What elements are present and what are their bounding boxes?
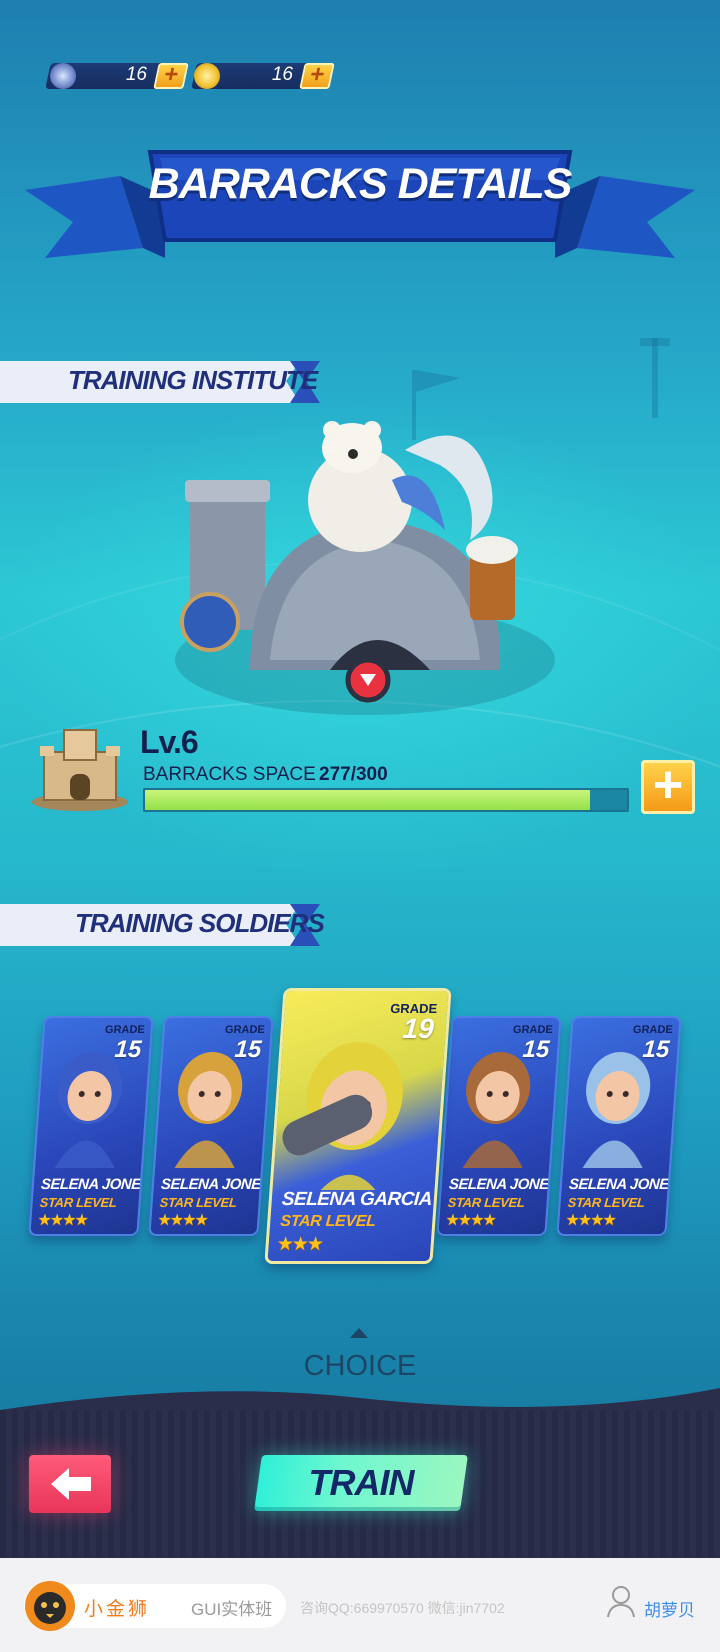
card-grade-value: 15 <box>641 1036 671 1063</box>
footer-bar: 小金狮 GUI实体班 咨询QQ:669970570 微信:jin7702 胡萝贝 <box>0 1558 720 1652</box>
barracks-space-value: 277/300 <box>319 764 388 785</box>
card-soldier-name: SELENA JONES <box>160 1176 271 1193</box>
soldier-card[interactable]: GRADE 15 SELENA JONES STAR LEVEL ★★★★ <box>556 1016 682 1236</box>
card-grade-value: 15 <box>521 1036 551 1063</box>
castle-level-icon <box>32 729 128 811</box>
barracks-level: Lv.6 <box>140 724 199 760</box>
add-gems-button[interactable]: + <box>153 61 189 89</box>
soldier-card[interactable]: GRADE 15 SELENA JONES STAR LEVEL ★★★★ <box>148 1016 274 1236</box>
card-star-level-label: STAR LEVEL <box>39 1195 118 1210</box>
gold-count: 16 <box>271 64 293 85</box>
card-star-level-label: STAR LEVEL <box>279 1213 377 1230</box>
card-grade-label: GRADE <box>632 1024 674 1036</box>
card-grade-value: 15 <box>233 1036 263 1063</box>
add-gold-button[interactable]: + <box>299 61 335 89</box>
barracks-space-progress <box>143 788 629 812</box>
brand-tagline: GUI实体班 <box>191 1600 273 1619</box>
gem-crystal-icon <box>50 63 76 89</box>
choice-arrow-icon <box>350 1328 368 1338</box>
card-grade-label: GRADE <box>104 1024 146 1036</box>
user-icon <box>607 1586 635 1618</box>
card-star-rating: ★★★★ <box>36 1212 88 1229</box>
author-name: 胡萝贝 <box>644 1601 695 1620</box>
card-grade-value: 15 <box>113 1036 143 1063</box>
card-soldier-name: SELENA JONES <box>40 1176 151 1193</box>
card-soldier-name: SELENA JONES <box>568 1176 679 1193</box>
barracks-space-label: BARRACKS SPACE <box>143 764 316 785</box>
card-soldier-name: SELENA GARCIA <box>281 1189 433 1210</box>
card-star-level-label: STAR LEVEL <box>159 1195 238 1210</box>
card-star-rating: ★★★ <box>275 1234 323 1255</box>
section-title-soldiers: TRAINING SOLDIERS <box>75 908 325 938</box>
card-soldier-name: SELENA JONES <box>448 1176 559 1193</box>
soldier-card[interactable]: GRADE 15 SELENA JONES STAR LEVEL ★★★★ <box>436 1016 562 1236</box>
card-star-level-label: STAR LEVEL <box>447 1195 526 1210</box>
gold-coin-icon <box>194 63 220 89</box>
train-button-label: TRAIN <box>308 1462 415 1503</box>
card-star-rating: ★★★★ <box>156 1212 208 1229</box>
gem-count: 16 <box>125 64 147 85</box>
back-button[interactable] <box>29 1455 111 1513</box>
add-barracks-space-button[interactable]: + <box>641 759 695 814</box>
page-title: BARRACKS DETAILS <box>148 160 573 208</box>
soldier-card[interactable]: GRADE 19 SELENA GARCIA STAR LEVEL ★★★ <box>264 988 452 1264</box>
game-screen: 16 + 16 + BARRACKS DETAILS TRAINING INST… <box>0 0 720 1558</box>
contact-info: 咨询QQ:669970570 微信:jin7702 <box>300 1600 505 1616</box>
card-grade-value: 19 <box>401 1013 435 1044</box>
card-grade-label: GRADE <box>512 1024 554 1036</box>
lion-logo-icon <box>25 1581 75 1631</box>
barracks-space-progress-fill <box>145 790 590 810</box>
card-star-rating: ★★★★ <box>564 1212 616 1229</box>
card-star-rating: ★★★★ <box>444 1212 496 1229</box>
section-title-institute: TRAINING INSTITUTE <box>68 365 318 395</box>
choice-label: CHOICE <box>303 1350 417 1382</box>
soldier-card[interactable]: GRADE 15 SELENA JONES STAR LEVEL ★★★★ <box>28 1016 154 1236</box>
barracks-building-icon <box>175 421 555 715</box>
card-star-level-label: STAR LEVEL <box>567 1195 646 1210</box>
card-grade-label: GRADE <box>224 1024 266 1036</box>
arrow-left-icon <box>51 1468 91 1500</box>
brand-name: 小金狮 <box>84 1599 151 1620</box>
